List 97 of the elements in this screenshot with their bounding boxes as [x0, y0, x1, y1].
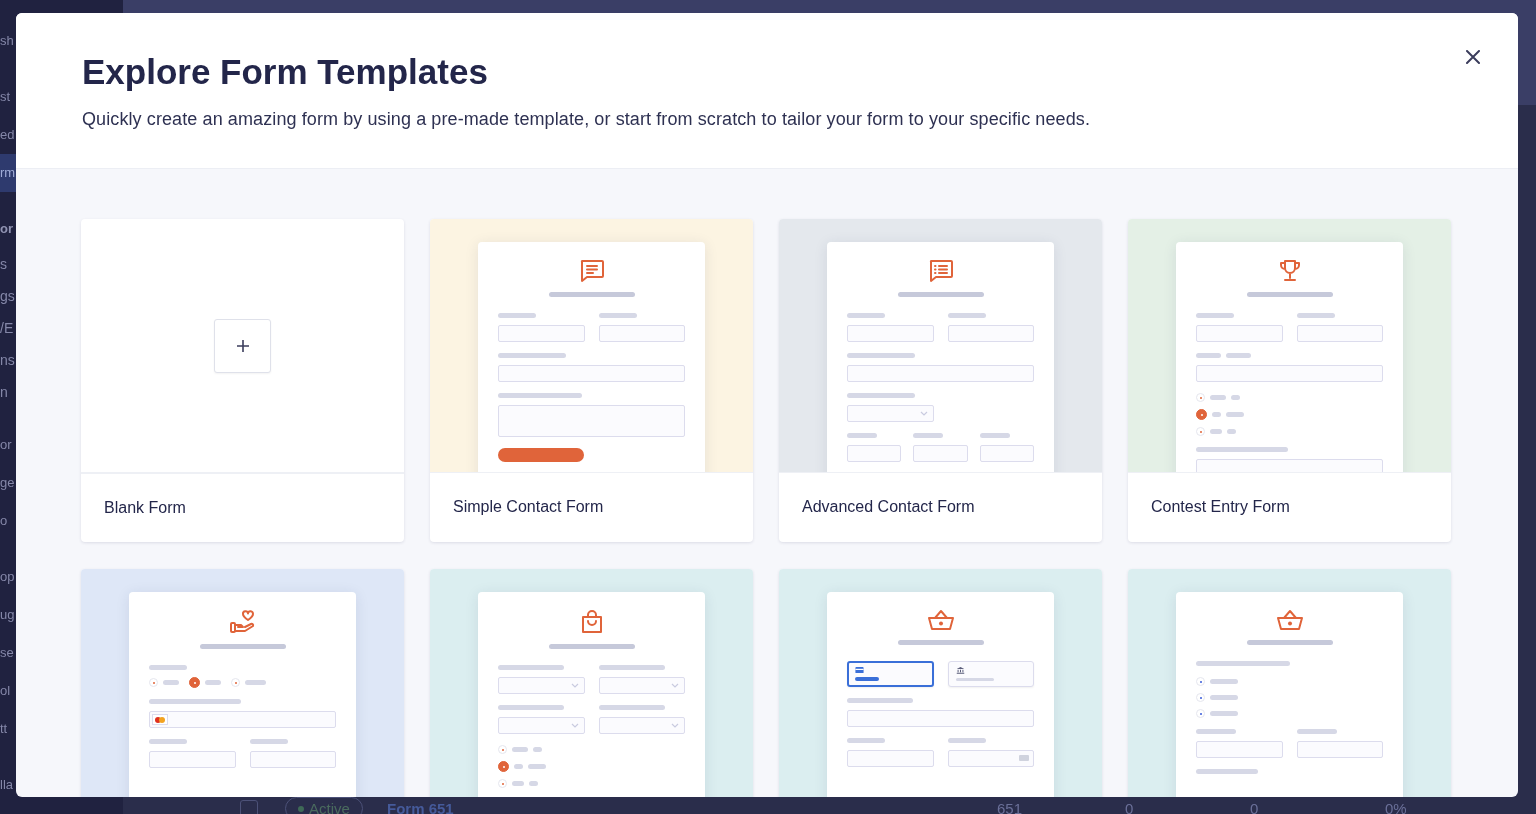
- placeholder-line: [498, 313, 536, 318]
- add-blank-button[interactable]: [214, 318, 271, 373]
- list-icon: [927, 259, 954, 283]
- placeholder-line: [847, 433, 877, 438]
- placeholder-line: [1196, 353, 1221, 358]
- placeholder-line: [529, 781, 538, 786]
- placeholder-line: [598, 665, 665, 670]
- card-logo-icon: [152, 714, 168, 725]
- chevron-icon: [919, 411, 928, 416]
- placeholder-line: [847, 738, 885, 743]
- placeholder-line: [205, 680, 221, 685]
- template-card[interactable]: Contest Entry Form: [1128, 219, 1451, 542]
- template-card[interactable]: Advanced Contact Form: [779, 219, 1102, 542]
- placeholder-line: [498, 353, 566, 358]
- chevron-icon: [570, 723, 579, 728]
- template-title: Simple Contact Form: [453, 498, 604, 516]
- template-card[interactable]: Simple Contact Form: [430, 219, 753, 542]
- placeholder-line: [847, 353, 915, 358]
- dialog-subtitle: Quickly create an amazing form by using a pre-made template, or start from scratch to tailor your form to your specific needs.: [82, 109, 1091, 130]
- input-mockup: [913, 445, 968, 462]
- placeholder-line: [947, 313, 986, 318]
- placeholder-line: [847, 698, 913, 703]
- chevron-icon: [671, 723, 679, 728]
- card-icon: [855, 667, 864, 674]
- placeholder-line: [498, 665, 564, 670]
- hand-heart-icon: [228, 609, 257, 635]
- radio-mockup: [498, 761, 509, 772]
- placeholder-line: [1231, 395, 1240, 400]
- radio-mockup: [498, 779, 507, 788]
- radio-mockup: [498, 745, 507, 754]
- placeholder-line: [1210, 695, 1238, 700]
- sidebar-heading: or: [0, 220, 14, 238]
- placeholder-line: [955, 677, 994, 681]
- plus-icon: [235, 338, 250, 353]
- template-card[interactable]: [1128, 569, 1451, 797]
- placeholder-line: [1227, 429, 1236, 434]
- placeholder-line: [1196, 313, 1234, 318]
- radio-mockup: [189, 677, 200, 688]
- placeholder-line: [249, 739, 288, 744]
- placeholder-line: [1210, 395, 1226, 400]
- placeholder-line: [598, 313, 637, 318]
- placeholder-line: [979, 433, 1010, 438]
- placeholder-line: [1296, 313, 1335, 318]
- table-cell-text: 0: [1250, 800, 1260, 814]
- placeholder-line: [514, 764, 523, 769]
- chevron-icon: [570, 683, 579, 688]
- placeholder-line: [1196, 769, 1258, 774]
- input-mockup: [979, 445, 1034, 462]
- radio-mockup: [1196, 409, 1207, 420]
- placeholder-line: [1196, 729, 1236, 734]
- row-checkbox[interactable]: [240, 799, 258, 814]
- placeholder-line: [498, 705, 564, 710]
- placeholder-line: [598, 705, 665, 710]
- placeholder-line: [1210, 711, 1238, 716]
- placeholder-line: [245, 680, 266, 685]
- placeholder-line: [1212, 412, 1221, 417]
- radio-mockup: [1196, 427, 1205, 436]
- placeholder-line: [512, 747, 528, 752]
- placeholder-line: [847, 393, 915, 398]
- placeholder-line: [1210, 429, 1222, 434]
- template-card[interactable]: Blank Form: [81, 219, 404, 542]
- bank-icon: [955, 667, 965, 674]
- placeholder-line: [163, 680, 179, 685]
- placeholder-line: [855, 677, 879, 681]
- placeholder-line: [1226, 353, 1251, 358]
- template-card[interactable]: [779, 569, 1102, 797]
- basket-icon: [1275, 609, 1304, 631]
- placeholder-line: [149, 739, 187, 744]
- shopping-bag-icon: [579, 609, 604, 635]
- placeholder-line: [533, 747, 542, 752]
- basket-icon: [926, 609, 955, 631]
- template-card[interactable]: [81, 569, 404, 797]
- trophy-icon: [1277, 259, 1302, 283]
- card-icon: [1019, 755, 1029, 761]
- placeholder-line: [1210, 679, 1238, 684]
- placeholder-line: [1296, 729, 1337, 734]
- placeholder-line: [913, 433, 944, 438]
- template-title: Contest Entry Form: [1151, 498, 1290, 516]
- placeholder-line: [1226, 412, 1244, 417]
- table-cell-text: 0: [1125, 800, 1135, 814]
- placeholder-line: [512, 781, 524, 786]
- placeholder-line: [947, 738, 986, 743]
- placeholder-line: [528, 764, 546, 769]
- table-cell-text: 0%: [1385, 800, 1408, 814]
- template-title: Blank Form: [104, 499, 186, 517]
- template-title: Advanced Contact Form: [802, 498, 975, 516]
- dialog-title: Explore Form Templates: [82, 51, 489, 93]
- chat-icon: [578, 259, 605, 283]
- placeholder-line: [149, 665, 187, 670]
- radio-mockup: [1196, 393, 1205, 402]
- table-cell-text: 651: [997, 800, 1024, 814]
- input-mockup: [847, 445, 902, 462]
- chevron-icon: [671, 683, 679, 688]
- template-card[interactable]: [430, 569, 753, 797]
- placeholder-line: [847, 313, 885, 318]
- radio-mockup: [231, 678, 240, 687]
- radio-mockup: [149, 678, 158, 687]
